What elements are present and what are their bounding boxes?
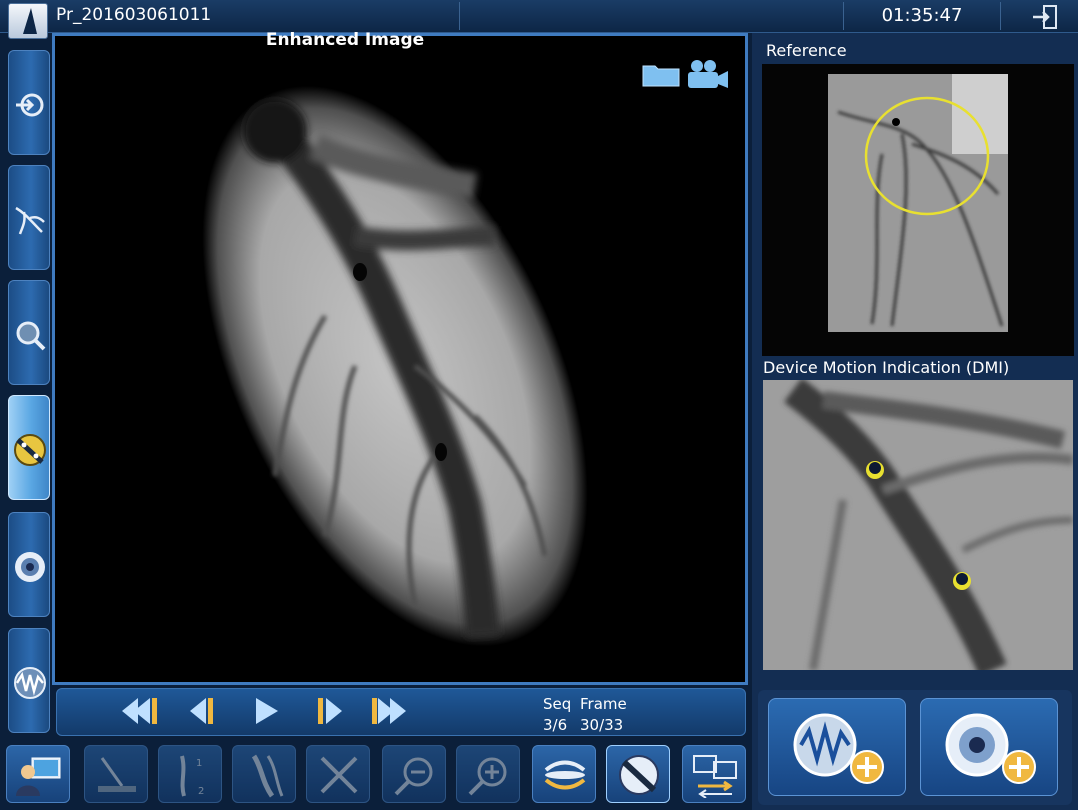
first-frame-button[interactable] [116,694,162,728]
reference-angiogram [828,74,1008,332]
vessel-analysis-button[interactable] [232,745,296,803]
seq-label: Seq [543,695,572,713]
waveform-icon [14,667,46,699]
frame-value: 30/33 [580,716,624,734]
previous-frame-button[interactable] [184,694,230,728]
reference-image[interactable] [762,64,1074,356]
monitors-swap-icon [693,755,737,798]
last-frame-button[interactable] [366,694,412,728]
patient-workstation-button[interactable] [6,745,70,803]
cross-vessel-button[interactable] [306,745,370,803]
ivus-icon [15,552,45,582]
acquire-icon [16,93,44,117]
enhanced-image-viewer[interactable] [52,33,748,685]
vessel-tree-icon [15,206,45,235]
reference-title: Reference [766,41,847,60]
compare-vessel-icon: 12 [180,755,204,797]
stent-boost-button[interactable] [606,745,670,803]
compare-runs-button[interactable]: 12 [158,745,222,803]
measure-tool-button[interactable] [84,745,148,803]
enhanced-angiogram-image [202,85,588,647]
frame-label: Frame [580,695,627,713]
add-waveform-icon [793,713,884,784]
stent-boost-icon [14,434,46,466]
svg-text:1: 1 [196,758,202,769]
logo-icon[interactable] [8,3,48,39]
play-button[interactable] [244,694,290,728]
add-waveform-button[interactable] [768,698,906,796]
user-monitor-icon [16,757,61,796]
zoom-in-icon [468,757,507,796]
folder-icon[interactable] [641,60,681,88]
add-ivus-icon [945,713,1036,784]
divider [843,2,844,30]
sidebar-item-stent-boost[interactable] [8,395,50,500]
sidebar-item-waveform[interactable] [8,628,50,733]
sidebar-item-ivus[interactable] [8,512,50,617]
add-ivus-button[interactable] [920,698,1058,796]
seq-value: 3/6 [543,716,568,734]
swap-button[interactable] [532,745,596,803]
exit-icon[interactable] [1030,4,1060,30]
patient-id: Pr_201603061011 [56,5,212,25]
sidebar-item-acquire[interactable] [8,50,50,155]
viewer-title: Enhanced Image [265,30,425,50]
sidebar-item-vessel-tree[interactable] [8,165,50,270]
svg-text:2: 2 [198,786,204,797]
sidebar-item-vessel-zoom[interactable] [8,280,50,385]
dmi-angiogram [763,380,1073,670]
zoom-out-icon [394,757,433,796]
display-swap-button[interactable] [682,745,746,803]
vessel-analysis-icon [251,754,284,798]
swap-arrows-icon [544,760,586,790]
dmi-title: Device Motion Indication (DMI) [763,358,1010,377]
dmi-image[interactable] [763,380,1073,670]
divider [459,2,460,30]
measure-icon [98,757,136,792]
video-camera-icon[interactable] [686,58,730,90]
zoom-in-button[interactable] [456,745,520,803]
cross-icon [320,756,358,794]
zoom-out-button[interactable] [382,745,446,803]
stent-boost-icon [619,755,659,795]
vessel-zoom-icon [16,321,46,351]
divider [1000,2,1001,30]
next-frame-button[interactable] [306,694,352,728]
clock: 01:35:47 [881,5,963,26]
